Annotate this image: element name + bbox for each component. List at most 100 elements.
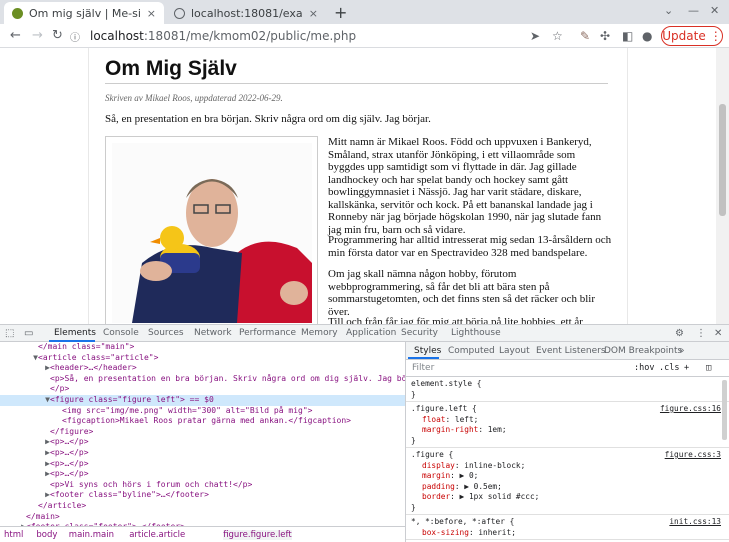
dom-node-row[interactable]: </figure> <box>0 427 405 438</box>
tab-dom-breakpoints[interactable]: DOM Breakpoints <box>604 346 682 356</box>
breadcrumb-item[interactable]: html <box>4 530 23 540</box>
window-close-icon[interactable]: ✕ <box>710 4 719 17</box>
device-toggle-icon[interactable]: ▭ <box>24 328 33 339</box>
css-declaration[interactable]: border: ▶ 1px solid #ccc; <box>422 492 729 501</box>
css-declaration[interactable]: box-sizing: inherit; <box>422 528 729 537</box>
new-tab-button[interactable]: + <box>334 3 347 22</box>
rule-separator <box>406 514 729 515</box>
css-declaration[interactable]: display: inline-block; <box>422 461 729 470</box>
dom-node-row[interactable]: <img src="img/me.png" width="300" alt="B… <box>0 406 405 417</box>
minimize-icon[interactable]: — <box>688 4 699 17</box>
tab-memory[interactable]: Memory <box>301 328 338 338</box>
extension-eyedropper-icon[interactable]: ✎ <box>580 29 590 43</box>
dom-node-row[interactable]: ▶ <p>…</p> <box>0 448 405 459</box>
rule-separator <box>406 447 729 448</box>
css-declaration[interactable]: float: left; <box>422 415 729 424</box>
dom-node-row[interactable]: <figcaption>Mikael Roos pratar gärna med… <box>0 416 405 427</box>
dom-node-text: <p>Vi syns och hörs i forum och chatt!</… <box>50 479 253 489</box>
dom-node-row[interactable]: ▶ <p>…</p> <box>0 459 405 470</box>
breadcrumb-item[interactable]: body <box>36 530 57 540</box>
dom-node-row[interactable]: ▼ <figure class="figure left"> == $0 <box>0 395 405 406</box>
expand-arrow-icon[interactable]: ▶ <box>0 363 50 372</box>
elements-tree[interactable]: </main class="main"> ▼ <article class="ar… <box>0 342 405 526</box>
dom-node-row[interactable]: <p>Så, en presentation en bra början. Sk… <box>0 374 405 385</box>
reload-icon[interactable]: ↻ <box>52 28 63 43</box>
article: Om Mig Själv Skriven av Mikael Roos, upp… <box>88 48 628 324</box>
expand-arrow-icon[interactable]: ▼ <box>0 395 50 404</box>
dom-node-row[interactable]: </main> <box>0 512 405 523</box>
dom-node-row[interactable]: ▼ <article class="article"> <box>0 353 405 364</box>
hov-toggle[interactable]: :hov <box>634 363 654 373</box>
css-source-link[interactable]: figure.css:3 <box>665 450 721 459</box>
tab-computed[interactable]: Computed <box>448 346 495 356</box>
tab-search-chevron-icon[interactable]: ⌄ <box>664 4 673 17</box>
breadcrumb-item[interactable]: article.article <box>129 530 185 540</box>
back-icon[interactable]: ← <box>10 28 21 43</box>
devtools-tabbar: ⬚ ▭ Elements Console Sources Network Per… <box>0 324 729 342</box>
styles-scrollbar[interactable] <box>722 380 727 440</box>
info-icon[interactable]: ⓘ <box>70 29 80 44</box>
profile-icon[interactable]: ● <box>642 29 652 43</box>
more-options-icon[interactable]: ⋮ <box>696 328 706 339</box>
new-rule-plus-icon[interactable]: + <box>684 363 689 373</box>
tab-elements[interactable]: Elements <box>54 328 96 338</box>
breadcrumb-item[interactable]: main.main <box>69 530 114 540</box>
expand-arrow-icon[interactable]: ▶ <box>0 448 50 457</box>
tab-layout[interactable]: Layout <box>499 346 530 356</box>
cls-toggle[interactable]: .cls <box>659 363 679 373</box>
dom-node-row[interactable]: </p> <box>0 384 405 395</box>
tab-me-sidan[interactable]: Om mig själv | Me-sidan × <box>4 2 164 24</box>
forward-icon[interactable]: → <box>32 28 43 43</box>
page-scrollbar[interactable] <box>716 48 729 324</box>
tab-lighthouse[interactable]: Lighthouse <box>451 328 501 338</box>
toggle-sidebar-icon[interactable]: ◫ <box>706 363 711 373</box>
tab-security[interactable]: Security <box>401 328 438 338</box>
tab-console[interactable]: Console <box>103 328 139 338</box>
dom-node-row[interactable]: ▶ <footer class="byline">…</footer> <box>0 490 405 501</box>
share-icon[interactable]: ➤ <box>530 29 540 43</box>
css-property: padding <box>422 481 455 491</box>
address-bar[interactable]: ⓘ localhost :18081/me/kmom02/public/me.p… <box>70 26 575 46</box>
css-declaration[interactable]: margin: ▶ 0; <box>422 471 729 480</box>
dom-node-row[interactable]: </article> <box>0 501 405 512</box>
tab-localhost-example[interactable]: localhost:18081/example/c × <box>166 2 326 24</box>
dom-node-text: <figcaption>Mikael Roos pratar gärna med… <box>62 416 351 426</box>
css-declaration[interactable]: padding: ▶ 0.5em; <box>422 482 729 491</box>
expand-arrow-icon[interactable]: ▶ <box>0 459 50 468</box>
tab-application[interactable]: Application <box>346 328 396 338</box>
tab-event-listeners[interactable]: Event Listeners <box>536 346 606 356</box>
settings-gear-icon[interactable]: ⚙ <box>675 328 684 339</box>
update-button[interactable]: Update ⋮ <box>661 26 723 46</box>
filter-input[interactable]: Filter <box>412 363 434 373</box>
css-source-link[interactable]: init.css:13 <box>669 517 721 526</box>
close-tab-icon[interactable]: × <box>141 7 156 20</box>
dom-node-row[interactable]: ▶ <header>…</header> <box>0 363 405 374</box>
tab-performance[interactable]: Performance <box>239 328 296 338</box>
bookmark-star-icon[interactable]: ☆ <box>552 29 563 43</box>
css-declaration[interactable]: margin-right: 1em; <box>422 425 729 434</box>
css-selector[interactable]: element.style { <box>411 379 723 388</box>
tab-sources[interactable]: Sources <box>148 328 184 338</box>
expand-arrow-icon[interactable]: ▶ <box>0 490 50 499</box>
breadcrumb: html body main.main article.article figure.f… <box>0 526 405 542</box>
more-tabs-chevron-icon[interactable]: » <box>679 346 685 356</box>
css-value: : ▶ 1px solid #ccc; <box>450 492 540 501</box>
tab-network[interactable]: Network <box>194 328 232 338</box>
extensions-puzzle-icon[interactable]: ✣ <box>600 29 610 43</box>
page-viewport: Om Mig Själv Skriven av Mikael Roos, upp… <box>0 48 729 324</box>
expand-arrow-icon[interactable]: ▼ <box>0 353 38 362</box>
tab-styles[interactable]: Styles <box>414 346 441 356</box>
close-tab-icon[interactable]: × <box>303 7 318 20</box>
dom-node-row[interactable]: ▶ <p>…</p> <box>0 437 405 448</box>
close-devtools-icon[interactable]: ✕ <box>714 328 722 339</box>
dom-node-row[interactable]: </main class="main"> <box>0 342 405 353</box>
dom-node-row[interactable]: <p>Vi syns och hörs i forum och chatt!</… <box>0 480 405 491</box>
side-panel-icon[interactable]: ◧ <box>622 29 633 43</box>
css-source-link[interactable]: figure.css:16 <box>660 404 721 413</box>
inspect-element-icon[interactable]: ⬚ <box>5 328 14 339</box>
expand-arrow-icon[interactable]: ▶ <box>0 469 50 478</box>
breadcrumb-item[interactable]: figure.figure.left <box>223 530 292 540</box>
scrollbar-thumb[interactable] <box>719 104 726 216</box>
expand-arrow-icon[interactable]: ▶ <box>0 437 50 446</box>
dom-node-row[interactable]: ▶ <p>…</p> <box>0 469 405 480</box>
